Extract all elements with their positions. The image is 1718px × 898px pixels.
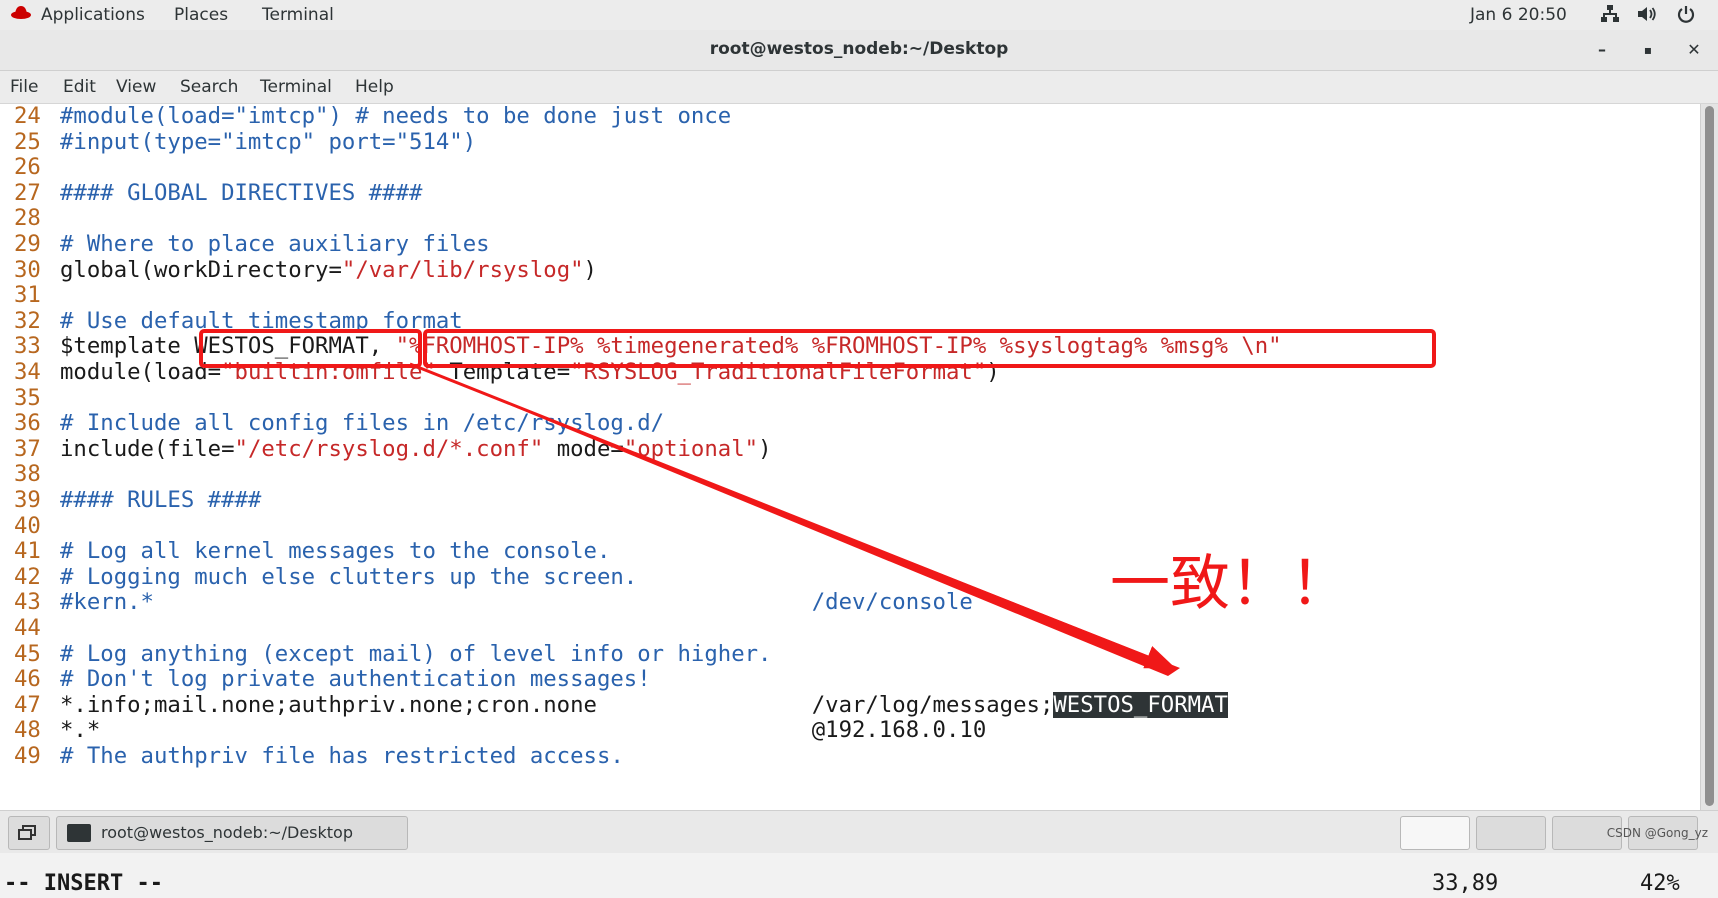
taskbar-terminal-label: root@westos_nodeb:~/Desktop bbox=[101, 823, 353, 842]
vim-status-line: -- INSERT -- 33,89 42% bbox=[0, 870, 1700, 898]
taskbar-terminal-item[interactable]: root@westos_nodeb:~/Desktop bbox=[56, 816, 408, 850]
taskbar: root@westos_nodeb:~/Desktop bbox=[0, 810, 1718, 853]
terminal-icon bbox=[67, 824, 91, 842]
workspace-1[interactable] bbox=[1400, 816, 1470, 850]
watermark: CSDN @Gong_yz bbox=[1606, 826, 1708, 840]
show-desktop-button[interactable] bbox=[8, 816, 50, 850]
cursor-position: 33,89 bbox=[1432, 871, 1499, 896]
vim-mode: -- INSERT -- bbox=[4, 871, 163, 896]
show-desktop-icon bbox=[18, 825, 36, 840]
annotation-note: 一致！！ bbox=[1110, 549, 1350, 619]
annotation-arrow bbox=[409, 362, 1180, 676]
scroll-percent: 42% bbox=[1640, 871, 1680, 896]
workspace-2[interactable] bbox=[1476, 816, 1546, 850]
